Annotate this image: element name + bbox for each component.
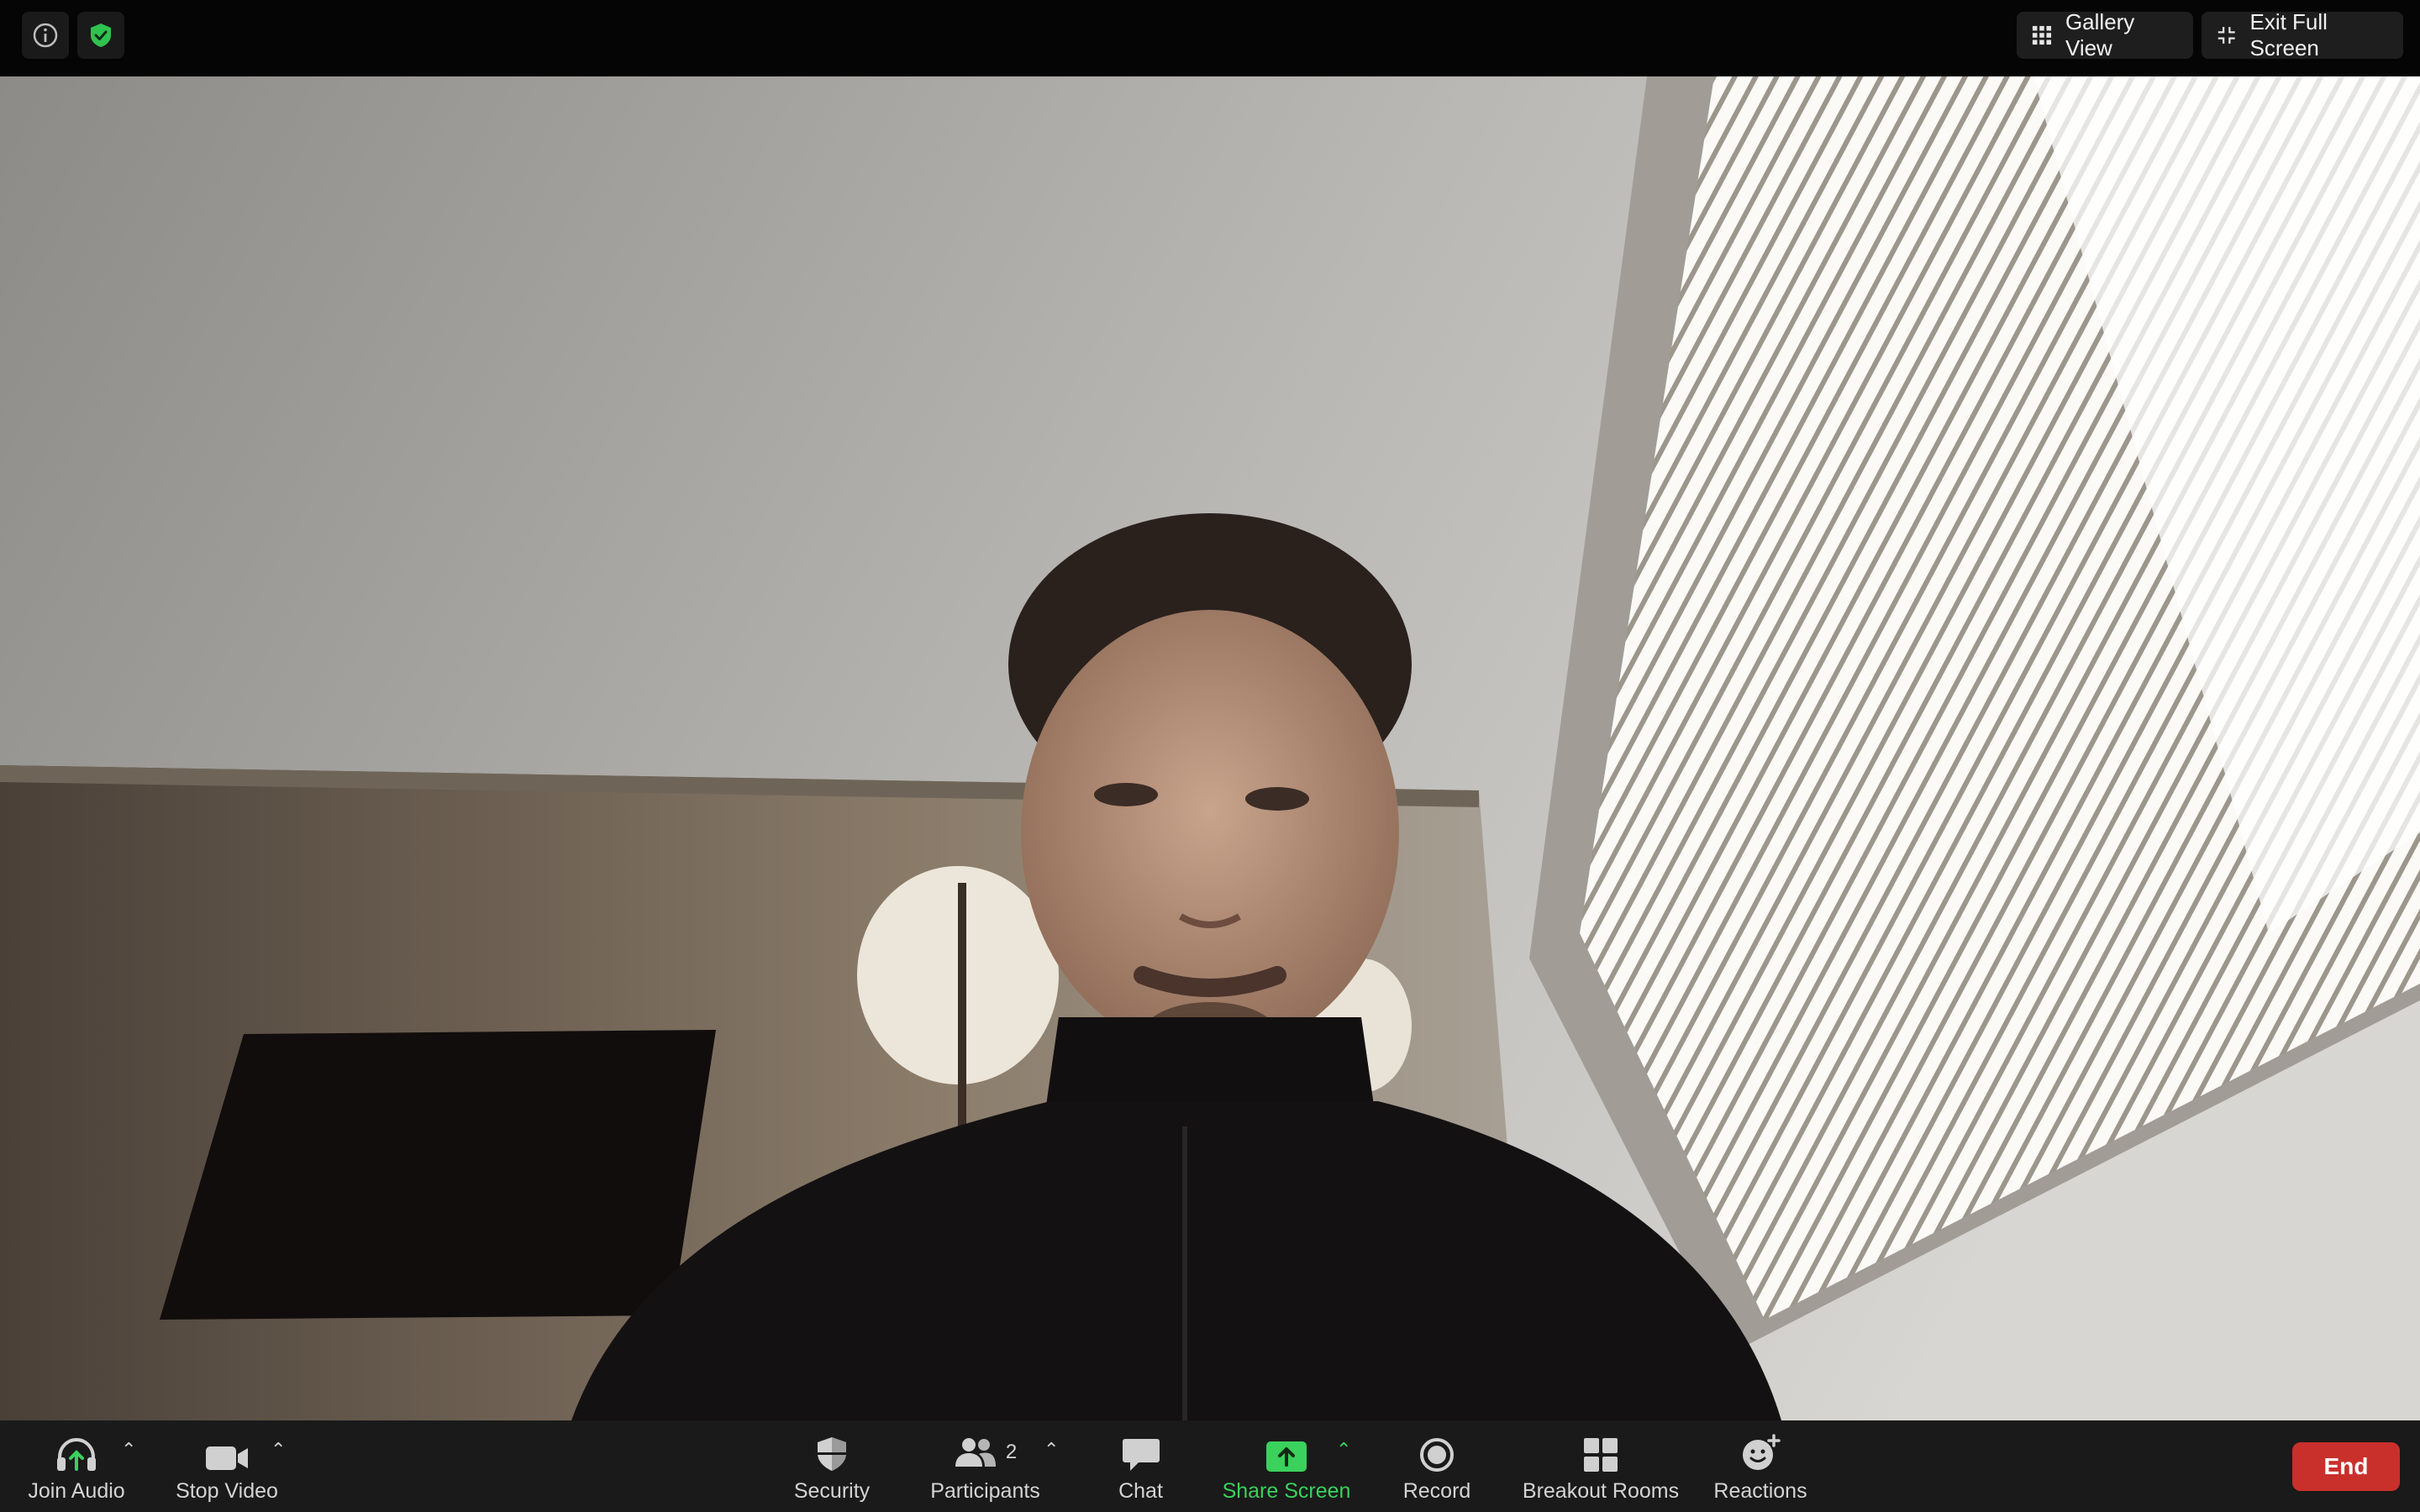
meeting-top-bar: Gallery View Exit Full Screen [0,0,2420,76]
video-frame-image [0,76,2420,1420]
video-options-caret[interactable]: ⌃ [271,1439,286,1461]
shield-check-icon [91,24,111,47]
share-screen-button[interactable]: Share Screen [1218,1420,1355,1512]
share-screen-options-caret[interactable]: ⌃ [1336,1439,1351,1461]
smiley-plus-icon [1743,1434,1781,1470]
chat-button[interactable]: Chat [1101,1420,1181,1512]
gallery-view-button[interactable]: Gallery View [2017,9,2193,60]
chat-bubble-icon [1122,1439,1160,1471]
stop-video-label: Stop Video [176,1479,278,1503]
chat-label: Chat [1118,1479,1163,1503]
breakout-rooms-button[interactable]: Breakout Rooms [1517,1420,1685,1512]
meeting-info-button[interactable] [22,12,69,59]
security-button[interactable]: Security [781,1420,882,1512]
info-icon [33,23,58,48]
reactions-button[interactable]: Reactions [1710,1420,1811,1512]
grid-icon [2032,25,2052,45]
shield-icon [818,1437,846,1471]
headphones-icon [57,1437,96,1471]
exit-full-screen-label: Exit Full Screen [2249,9,2328,60]
participant-video [0,76,2420,1420]
participants-label: Participants [930,1479,1040,1503]
participants-icon [955,1438,996,1467]
record-button[interactable]: Record [1395,1420,1479,1512]
exit-full-screen-icon [2217,27,2235,44]
exit-full-screen-button[interactable]: Exit Full Screen [2202,9,2403,60]
join-audio-label: Join Audio [28,1479,125,1503]
encryption-button[interactable] [77,12,124,59]
audio-options-caret[interactable]: ⌃ [121,1439,136,1461]
stop-video-button[interactable]: Stop Video [168,1420,286,1512]
video-camera-icon [206,1446,248,1470]
participants-button[interactable]: 2 Participants [924,1420,1046,1512]
gallery-view-label: Gallery View [2065,9,2135,60]
join-audio-button[interactable]: Join Audio [25,1420,128,1512]
share-screen-label: Share Screen [1222,1479,1351,1503]
reactions-label: Reactions [1713,1479,1807,1503]
breakout-rooms-icon [1584,1438,1618,1472]
meeting-controls-toolbar: Join Audio ⌃ Stop Video ⌃ Security 2 Par… [0,1420,2420,1512]
end-meeting-button[interactable]: End [2292,1442,2400,1491]
record-icon [1420,1438,1454,1472]
breakout-rooms-label: Breakout Rooms [1522,1479,1680,1503]
participants-count: 2 [1005,1441,1018,1463]
participants-options-caret[interactable]: ⌃ [1044,1439,1059,1461]
security-label: Security [793,1479,871,1503]
share-screen-icon [1266,1441,1307,1472]
record-label: Record [1402,1479,1471,1503]
